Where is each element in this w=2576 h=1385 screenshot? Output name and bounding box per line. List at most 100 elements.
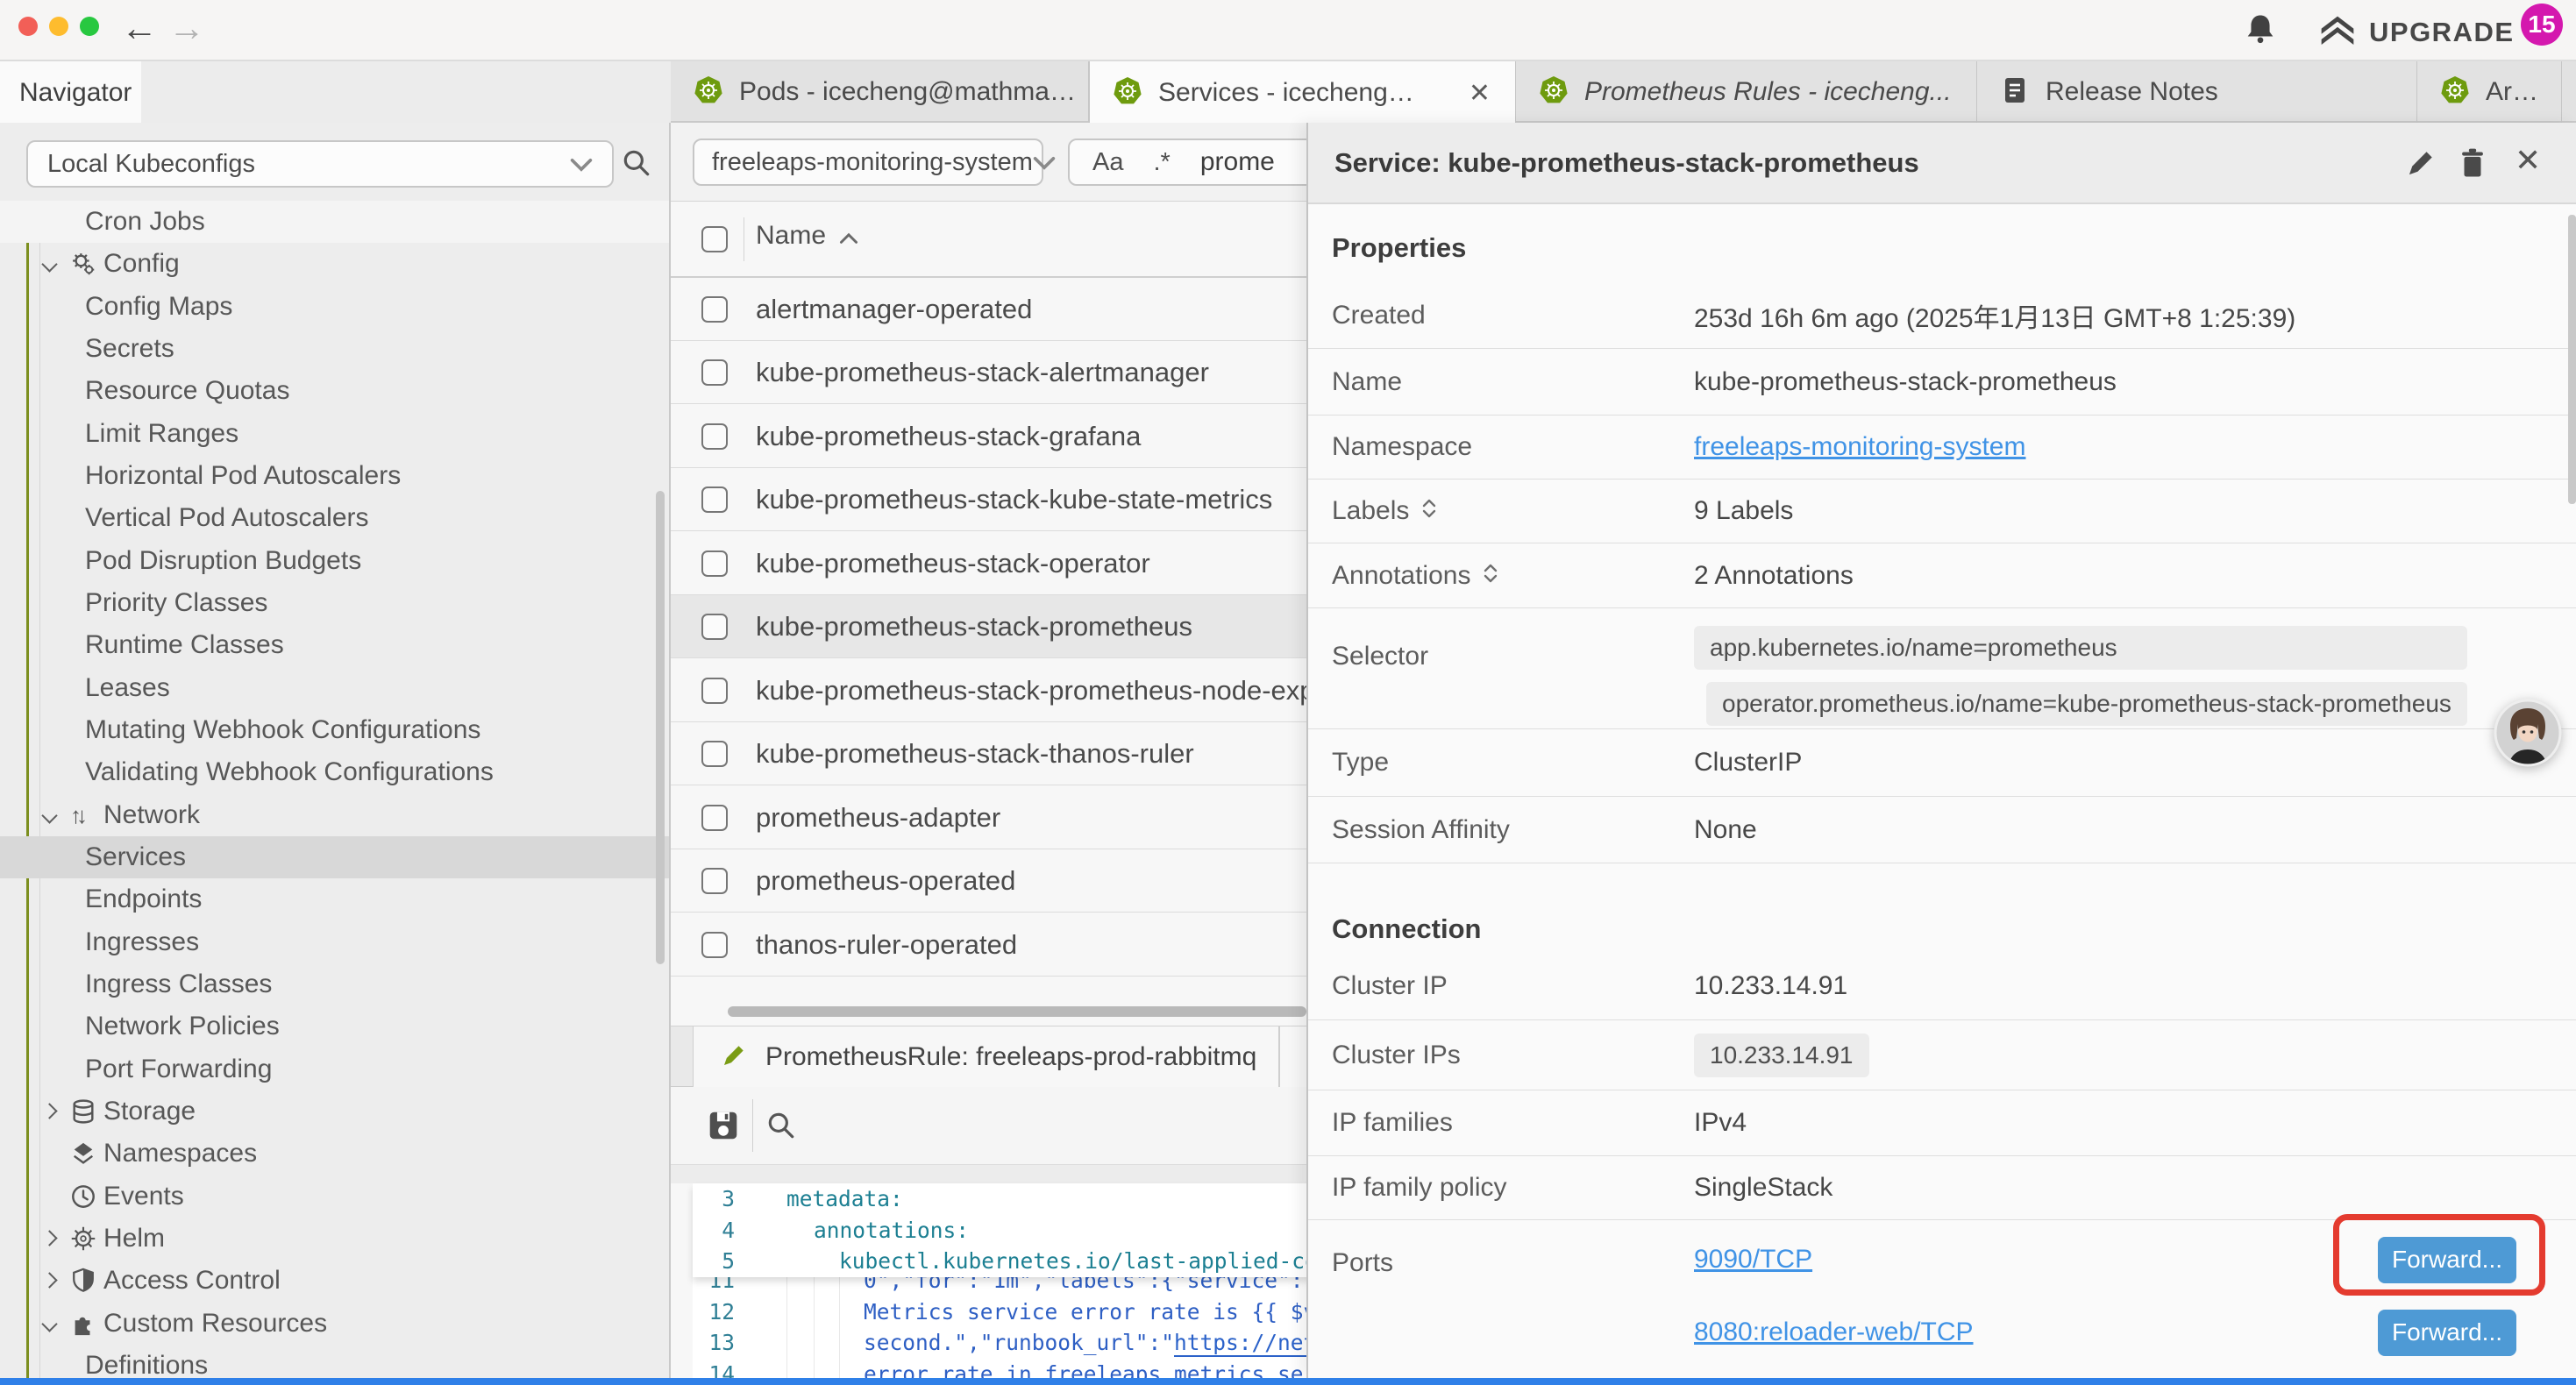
tab-argo-se[interactable]: Argo Se	[2417, 61, 2562, 123]
close-tab-icon[interactable]: ✕	[1456, 78, 1503, 109]
table-horizontal-scrollbar[interactable]	[728, 1006, 1306, 1017]
forward-button[interactable]: Forward...	[2378, 1310, 2516, 1356]
chevron-down-icon[interactable]	[41, 807, 57, 823]
service-name: kube-prometheus-stack-prometheus-node-ex…	[756, 675, 1370, 707]
tree-item-cron-jobs[interactable]: Cron Jobs	[0, 201, 671, 243]
tree-item-priority-classes[interactable]: Priority Classes	[0, 582, 671, 624]
row-checkbox[interactable]	[701, 932, 728, 958]
tree-item-mutating-webhook-configurations[interactable]: Mutating Webhook Configurations	[0, 709, 671, 751]
tree-item-validating-webhook-configurations[interactable]: Validating Webhook Configurations	[0, 751, 671, 793]
name-column-header[interactable]: Name	[756, 221, 826, 251]
row-checkbox[interactable]	[701, 359, 728, 386]
notifications-bell-icon[interactable]	[2243, 11, 2278, 50]
tree-item-network[interactable]: ↑↓Network	[0, 794, 671, 836]
chevron-right-icon[interactable]	[41, 1103, 57, 1119]
row-checkbox[interactable]	[701, 741, 728, 767]
tab-pods-icecheng-mathmas[interactable]: Pods - icecheng@mathmas...	[671, 61, 1089, 123]
shield-icon	[70, 1268, 98, 1296]
sort-ascending-icon[interactable]	[839, 231, 858, 249]
service-name: kube-prometheus-stack-thanos-ruler	[756, 738, 1194, 770]
close-icon[interactable]: ✕	[2515, 142, 2541, 179]
row-checkbox[interactable]	[701, 487, 728, 513]
editor-search-icon[interactable]	[765, 1110, 797, 1146]
row-checkbox[interactable]	[701, 868, 728, 894]
detail-scrollbar[interactable]	[2568, 215, 2576, 504]
zoom-window-button[interactable]	[80, 17, 99, 36]
namespace-selector[interactable]: freeleaps-monitoring-system	[693, 138, 1043, 186]
tree-item-helm[interactable]: Helm	[0, 1218, 671, 1260]
tree-item-ingresses[interactable]: Ingresses	[0, 921, 671, 963]
tree-item-endpoints[interactable]: Endpoints	[0, 878, 671, 920]
tab-label: Argo Se	[2486, 77, 2549, 107]
tree-item-access-control[interactable]: Access Control	[0, 1260, 671, 1302]
namespace-selector-value: freeleaps-monitoring-system	[712, 148, 1033, 177]
minimize-window-button[interactable]	[49, 17, 68, 36]
port-link[interactable]: 8080:reloader-web/TCP	[1694, 1318, 1974, 1347]
regex-toggle[interactable]: .*	[1153, 148, 1170, 177]
search-query-text: prome	[1200, 147, 1275, 177]
chevron-right-icon[interactable]	[41, 1230, 57, 1246]
chevron-down-icon[interactable]	[41, 257, 57, 273]
expand-collapse-icon[interactable]	[1421, 496, 1437, 526]
upgrade-button[interactable]: UPGRADE	[2318, 14, 2515, 51]
annotation-highlight	[2333, 1214, 2545, 1296]
tree-item-horizontal-pod-autoscalers[interactable]: Horizontal Pod Autoscalers	[0, 455, 671, 497]
tree-item-resource-quotas[interactable]: Resource Quotas	[0, 370, 671, 412]
namespace-link[interactable]: freeleaps-monitoring-system	[1694, 432, 2025, 462]
chevron-right-icon[interactable]	[41, 1273, 57, 1289]
kubernetes-icon	[694, 75, 723, 110]
edit-pencil-icon	[720, 1041, 748, 1074]
row-checkbox[interactable]	[701, 614, 728, 640]
back-arrow-icon[interactable]: ←	[121, 7, 158, 49]
tab-release-notes[interactable]: Release Notes	[1977, 61, 2417, 123]
tree-item-config[interactable]: Config	[0, 243, 671, 285]
expand-collapse-icon[interactable]	[1483, 561, 1498, 591]
forward-arrow-icon[interactable]: →	[168, 7, 205, 49]
tree-item-events[interactable]: Events	[0, 1175, 671, 1218]
chevron-down-icon[interactable]	[41, 1316, 57, 1332]
tree-item-label: Runtime Classes	[85, 630, 284, 660]
tree-item-runtime-classes[interactable]: Runtime Classes	[0, 624, 671, 666]
tree-item-vertical-pod-autoscalers[interactable]: Vertical Pod Autoscalers	[0, 497, 671, 539]
tree-item-label: Pod Disruption Budgets	[85, 546, 361, 576]
delete-trash-icon[interactable]	[2456, 146, 2489, 180]
avatar[interactable]	[2493, 698, 2563, 768]
select-all-checkbox[interactable]	[701, 226, 728, 252]
tab-prometheus-rules-icecheng[interactable]: Prometheus Rules - icecheng...	[1516, 61, 1977, 123]
save-icon[interactable]	[706, 1108, 741, 1147]
match-case-toggle[interactable]: Aa	[1092, 148, 1123, 177]
runbook-url-link[interactable]: https://net	[1174, 1330, 1316, 1357]
tree-item-config-maps[interactable]: Config Maps	[0, 286, 671, 328]
row-checkbox[interactable]	[701, 423, 728, 450]
navigator-panel-tab[interactable]: Navigator	[0, 61, 141, 124]
navigator-scrollbar[interactable]	[656, 491, 665, 964]
tree-item-custom-resources[interactable]: Custom Resources	[0, 1303, 671, 1345]
tree-item-storage[interactable]: Storage	[0, 1090, 671, 1133]
edit-pencil-icon[interactable]	[2404, 146, 2437, 180]
editor-tab-prometheusrule[interactable]: PrometheusRule: freeleaps-prod-rabbitmq	[693, 1026, 1279, 1088]
row-checkbox[interactable]	[701, 678, 728, 704]
row-checkbox[interactable]	[701, 805, 728, 831]
close-window-button[interactable]	[18, 17, 38, 36]
row-checkbox[interactable]	[701, 296, 728, 323]
tree-item-secrets[interactable]: Secrets	[0, 328, 671, 370]
tree-item-pod-disruption-budgets[interactable]: Pod Disruption Budgets	[0, 540, 671, 582]
tab-services-icecheng-math[interactable]: Services - icecheng@math...✕	[1089, 61, 1516, 124]
row-checkbox[interactable]	[701, 550, 728, 577]
tree-item-ingress-classes[interactable]: Ingress Classes	[0, 963, 671, 1005]
chevron-down-icon	[570, 150, 593, 179]
detail-row-ip-families: IP familiesIPv4	[1308, 1090, 2576, 1156]
tree-item-leases[interactable]: Leases	[0, 667, 671, 709]
kubeconfig-selector[interactable]: Local Kubeconfigs	[26, 140, 614, 188]
port-link[interactable]: 9090/TCP	[1694, 1245, 1812, 1275]
tree-item-limit-ranges[interactable]: Limit Ranges	[0, 413, 671, 455]
tree-item-network-policies[interactable]: Network Policies	[0, 1005, 671, 1048]
tree-item-services[interactable]: Services	[0, 836, 671, 878]
navigator-search-icon[interactable]	[621, 147, 652, 183]
detail-value: ClusterIP	[1694, 748, 1802, 778]
tree-item-label: Mutating Webhook Configurations	[85, 715, 480, 745]
notification-count-badge[interactable]: 15	[2521, 4, 2563, 46]
tree-item-namespaces[interactable]: Namespaces	[0, 1133, 671, 1175]
tree-item-port-forwarding[interactable]: Port Forwarding	[0, 1048, 671, 1090]
editor-tab-label: PrometheusRule: freeleaps-prod-rabbitmq	[765, 1042, 1256, 1072]
